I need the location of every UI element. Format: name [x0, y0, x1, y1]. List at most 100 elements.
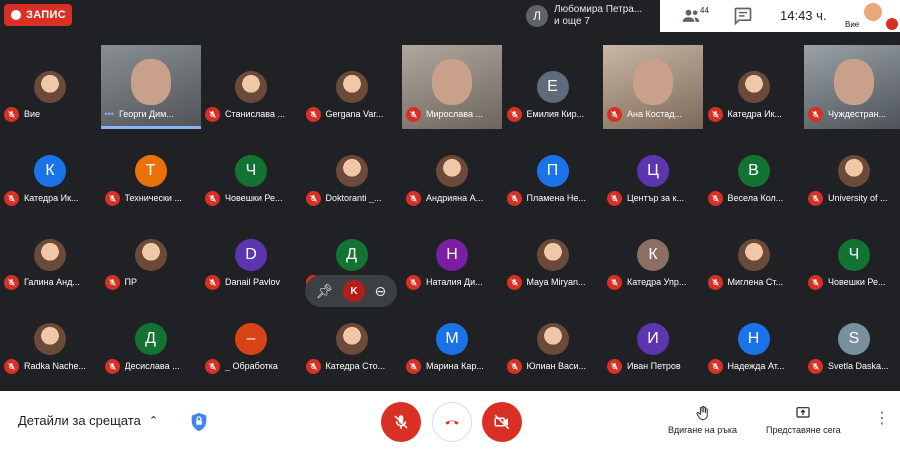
- participant-tile[interactable]: Radka Nache...: [0, 297, 100, 381]
- participant-name: Danail Pavlov: [225, 277, 281, 287]
- self-preview[interactable]: Вие: [844, 0, 900, 32]
- mic-toggle-button[interactable]: [381, 402, 421, 442]
- participant-tile[interactable]: Ч Човешки Ре...: [804, 213, 900, 297]
- recording-badge[interactable]: ЗАПИС: [4, 4, 72, 26]
- participant-name: Мирослава ...: [426, 109, 483, 119]
- leave-call-button[interactable]: [432, 402, 472, 442]
- participant-avatar: [235, 71, 267, 103]
- mic-off-icon: [4, 190, 19, 206]
- chat-button[interactable]: [733, 6, 753, 31]
- self-label: Вие: [845, 20, 860, 29]
- participant-tile[interactable]: П Пламена Не...: [503, 129, 603, 213]
- mic-off-icon: [305, 190, 321, 206]
- mic-off-icon: [406, 358, 421, 374]
- mic-off-icon: [506, 358, 522, 374]
- pin-icon[interactable]: 📌︎: [316, 283, 334, 300]
- participant-avatar: [335, 71, 368, 103]
- participant-name: Станислава ...: [225, 109, 285, 119]
- participant-footer: Емилия Кир...: [506, 106, 603, 122]
- participant-tile[interactable]: Е Емилия Кир...: [503, 45, 603, 129]
- participant-tile[interactable]: Gergana Var...: [302, 45, 402, 129]
- chat-icon: [734, 7, 752, 26]
- participant-tile[interactable]: Вие: [0, 45, 100, 129]
- participant-tile[interactable]: Ана Костад...: [603, 45, 703, 129]
- participant-tile[interactable]: Чуждестран...: [804, 45, 900, 129]
- participant-footer: Пламена Не...: [506, 190, 603, 206]
- participant-tile[interactable]: Галина Анд...: [0, 213, 100, 297]
- participant-tile[interactable]: Юлиан Васи...: [503, 297, 603, 381]
- participant-tile[interactable]: Катедра Сто...: [302, 297, 402, 381]
- hover-tile-avatar: K: [343, 280, 365, 302]
- participant-name: Надежда Ат...: [727, 361, 785, 371]
- participant-tile[interactable]: Maya Miryan...: [503, 213, 603, 297]
- shield-icon[interactable]: [188, 411, 210, 433]
- participant-name: Десислава ...: [124, 361, 180, 371]
- participant-footer: Maya Miryan...: [506, 274, 603, 290]
- participant-avatar: [335, 323, 368, 355]
- mic-off-icon: [707, 190, 723, 206]
- participant-tile[interactable]: Ч Човешки Ре...: [201, 129, 301, 213]
- participant-footer: _ Обработка: [205, 358, 301, 374]
- mic-off-icon: [506, 190, 522, 206]
- mic-off-icon: [406, 274, 421, 290]
- participant-avatar: Н: [737, 323, 770, 355]
- participant-name: Ана Костад...: [627, 109, 683, 119]
- participant-footer: Десислава ...: [104, 358, 201, 374]
- participant-footer: ПР: [104, 274, 201, 290]
- clock: 14:43 ч.: [780, 8, 827, 23]
- participant-tile[interactable]: Мирослава ...: [402, 45, 502, 129]
- participant-avatar: [737, 71, 770, 103]
- participant-tile[interactable]: Катедра Ик...: [704, 45, 804, 129]
- speaking-indicator-icon: •••: [104, 109, 114, 119]
- participant-name: Весела Кол...: [727, 193, 784, 203]
- participant-tile[interactable]: М Марина Кар...: [402, 297, 502, 381]
- participant-tile[interactable]: Н Надежда Ат...: [704, 297, 804, 381]
- people-button[interactable]: 44: [680, 6, 709, 26]
- mic-off-icon: [104, 190, 120, 206]
- people-icon: [682, 9, 700, 22]
- participant-avatar: [134, 239, 167, 271]
- presenter-chip[interactable]: Л Любомира Петра... и още 7: [518, 0, 660, 32]
- participant-tile[interactable]: К Катедра Ик...: [0, 129, 100, 213]
- participant-tile[interactable]: – _ Обработка: [201, 297, 301, 381]
- mic-off-icon: [808, 106, 823, 122]
- participant-tile[interactable]: К Катедра Упр...: [603, 213, 703, 297]
- participant-tile[interactable]: S Svetla Daska...: [804, 297, 900, 381]
- participant-tile[interactable]: ••• Георги Дим...: [100, 45, 201, 129]
- participant-tile[interactable]: Т Технически ...: [101, 129, 201, 213]
- participant-tile[interactable]: ПР: [101, 213, 201, 297]
- presenter-others: и още 7: [554, 16, 590, 27]
- participant-name: Иван Петров: [627, 361, 681, 371]
- more-options-button[interactable]: ⋮: [874, 411, 890, 427]
- meeting-details-button[interactable]: Детайли за срещата ⌃: [18, 413, 158, 428]
- participant-avatar: [436, 155, 468, 187]
- participant-avatar: Е: [536, 71, 569, 103]
- more-vert-icon: ⋮: [874, 410, 890, 427]
- participant-name: Юлиан Васи...: [526, 361, 586, 371]
- participant-tile[interactable]: Н Наталия Ди...: [402, 213, 502, 297]
- participant-name: Svetla Daska...: [828, 361, 889, 371]
- participant-tile[interactable]: Миглена Ст...: [704, 213, 804, 297]
- participant-footer: Катедра Ик...: [4, 190, 100, 206]
- participant-tile[interactable]: Ц Център за к...: [603, 129, 703, 213]
- participant-tile[interactable]: Андрияна А...: [402, 129, 502, 213]
- participant-tile[interactable]: D Danail Pavlov: [201, 213, 301, 297]
- participant-avatar: Ч: [838, 239, 870, 271]
- remove-icon[interactable]: ⊖: [374, 283, 386, 300]
- participant-name: Миглена Ст...: [727, 277, 783, 287]
- participant-tile[interactable]: Д Десислава ...: [101, 297, 201, 381]
- participant-avatar: [737, 239, 770, 271]
- camera-toggle-button[interactable]: [482, 402, 522, 442]
- participant-tile[interactable]: В Весела Кол...: [704, 129, 804, 213]
- raise-hand-button[interactable]: Вдигане на ръка: [668, 405, 737, 435]
- present-screen-icon: [796, 407, 810, 418]
- participant-tile[interactable]: Doktoranti _...: [302, 129, 402, 213]
- participant-tile[interactable]: University of ...: [804, 129, 900, 213]
- participant-tile[interactable]: Станислава ...: [201, 45, 301, 129]
- participant-avatar: П: [536, 155, 569, 187]
- participant-footer: Човешки Ре...: [205, 190, 301, 206]
- participant-name: Gergana Var...: [325, 109, 384, 119]
- participant-footer: Миглена Ст...: [707, 274, 804, 290]
- participant-tile[interactable]: И Иван Петров: [603, 297, 703, 381]
- present-now-button[interactable]: Представяне сега: [766, 405, 841, 435]
